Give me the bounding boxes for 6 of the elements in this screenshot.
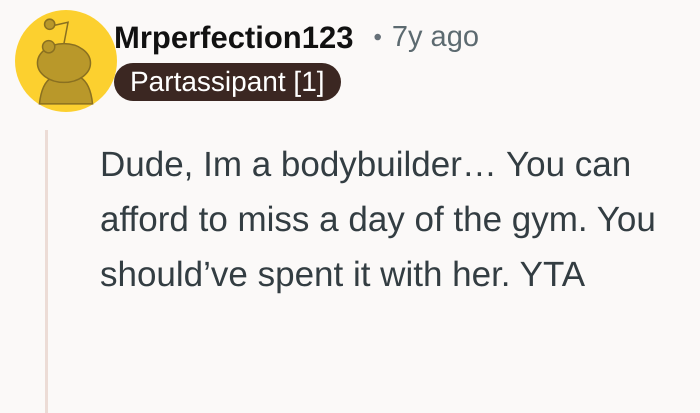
user-flair: Partassipant [1] <box>114 63 341 101</box>
username[interactable]: Mrperfection123 <box>114 22 354 53</box>
separator-dot: • <box>373 26 382 50</box>
comment-age: 7y ago <box>392 23 479 52</box>
avatar-icon <box>15 10 117 112</box>
comment-text: Dude, Im a bodybuilder… You can afford to miss a day of the gym. You should’ve spent it with her. YTA <box>100 144 657 296</box>
